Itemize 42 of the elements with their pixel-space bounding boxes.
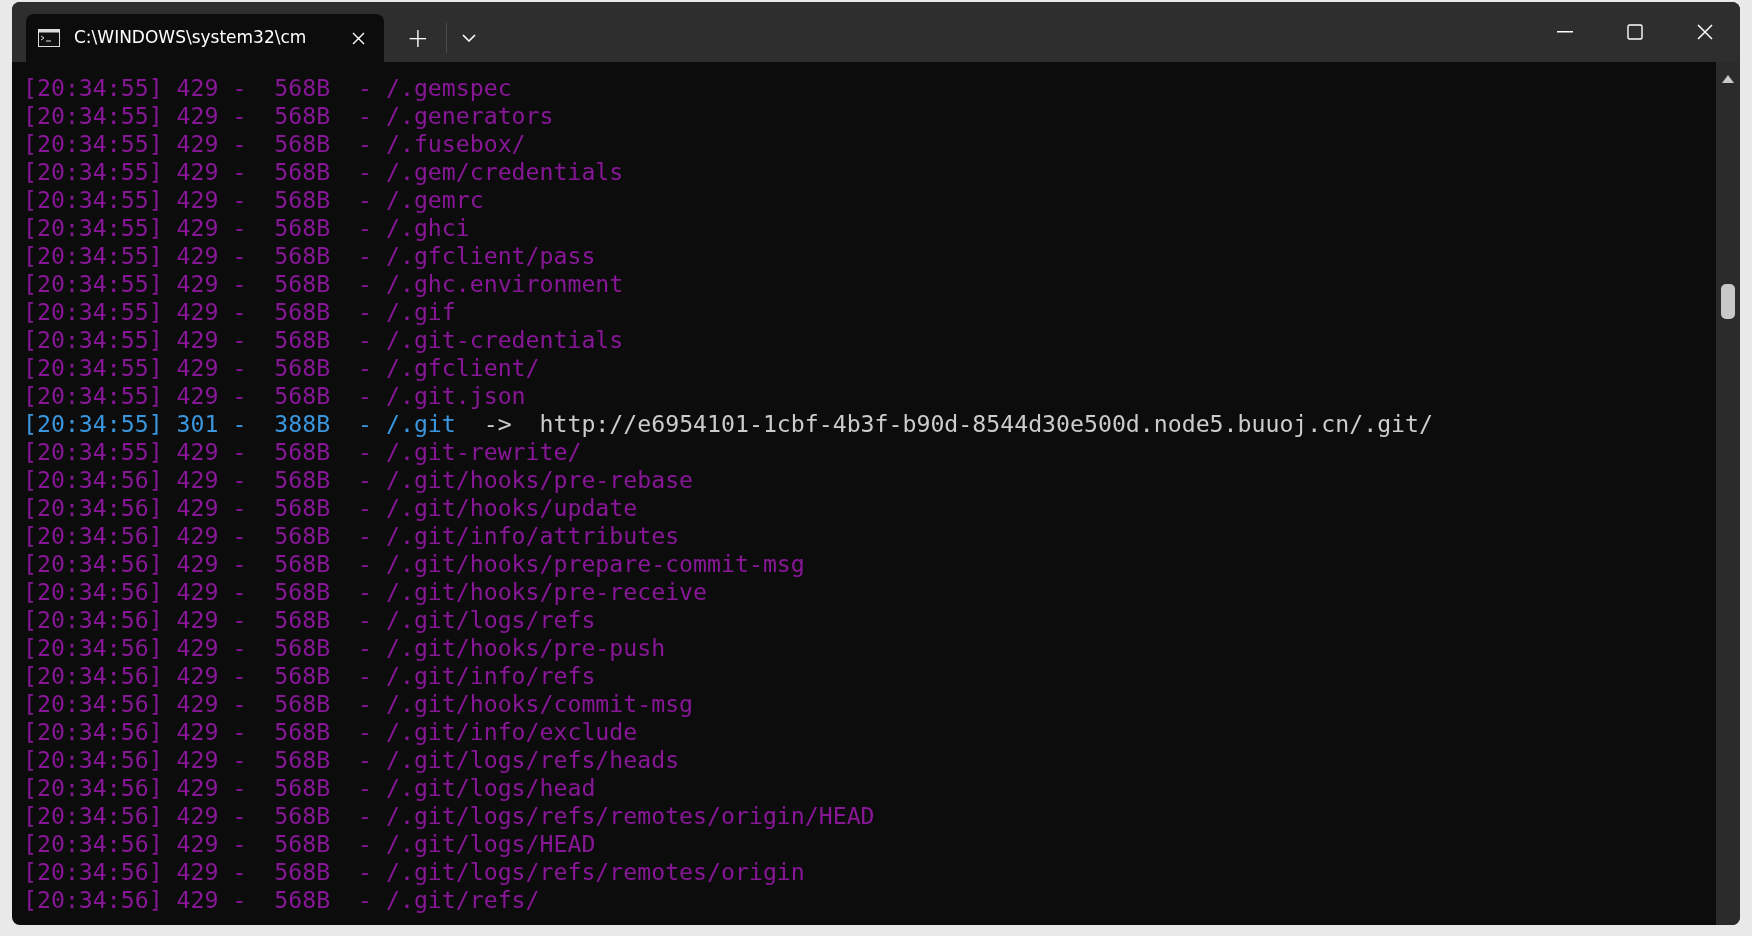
log-line: [20:34:56] 429 - 568B - /.git/logs/refs/remotes/origin [23, 858, 805, 886]
close-icon [1697, 24, 1713, 40]
terminal-tab[interactable]: C:\WINDOWS\system32\cm [26, 14, 384, 62]
log-line: [20:34:55] 429 - 568B - /.git-credentials [23, 326, 624, 354]
log-line: [20:34:55] 429 - 568B - /.gfclient/pass [23, 242, 596, 270]
log-line: [20:34:56] 429 - 568B - /.git/logs/head [23, 774, 596, 802]
log-line: [20:34:56] 429 - 568B - /.git/logs/HEAD [23, 830, 596, 858]
log-line: [20:34:56] 429 - 568B - /.git/info/exclude [23, 718, 638, 746]
log-line: [20:34:56] 429 - 568B - /.git/hooks/commit-msg [23, 690, 694, 718]
maximize-icon [1627, 24, 1643, 40]
log-line: [20:34:55] 429 - 568B - /.ghc.environment [23, 270, 624, 298]
log-line: [20:34:56] 429 - 568B - /.git/hooks/pre-push [23, 634, 666, 662]
close-icon [351, 31, 365, 45]
log-line: [20:34:56] 429 - 568B - /.git/logs/refs/remotes/origin/HEAD [23, 802, 875, 830]
terminal-icon [38, 29, 60, 47]
scrollbar-thumb[interactable] [1721, 284, 1735, 319]
log-line: [20:34:56] 429 - 568B - /.git/hooks/pre-rebase [23, 466, 694, 494]
log-line: [20:34:56] 429 - 568B - /.git/info/refs [23, 662, 596, 690]
log-line: [20:34:56] 429 - 568B - /.git/logs/refs/heads [23, 746, 680, 774]
chevron-down-icon [462, 34, 476, 42]
log-line: [20:34:55] 429 - 568B - /.gemspec [23, 74, 512, 102]
log-line: [20:34:55] 301 - 388B - /.git [23, 410, 456, 437]
log-line: [20:34:55] 429 - 568B - /.gem/credentials [23, 158, 624, 186]
tab-title: C:\WINDOWS\system32\cm [74, 26, 308, 50]
log-line: [20:34:55] 429 - 568B - /.gfclient/ [23, 354, 540, 382]
log-line: [20:34:56] 429 - 568B - /.git/hooks/prepare-commit-msg [23, 550, 805, 578]
log-line: [20:34:56] 429 - 568B - /.git/logs/refs [23, 606, 596, 634]
log-line: [20:34:55] 429 - 568B - /.ghci [23, 214, 470, 242]
log-line: [20:34:56] 429 - 568B - /.git/hooks/pre-receive [23, 578, 708, 606]
log-line: [20:34:56] 429 - 568B - /.git/hooks/update [23, 494, 638, 522]
log-line: [20:34:56] 429 - 568B - /.git/refs/ [23, 886, 540, 914]
log-line: [20:34:55] 429 - 568B - /.git.json [23, 382, 526, 410]
log-line: [20:34:55] 429 - 568B - /.fusebox/ [23, 130, 526, 158]
log-line: [20:34:55] 429 - 568B - /.gif [23, 298, 456, 326]
log-line: [20:34:56] 429 - 568B - /.git/info/attributes [23, 522, 680, 550]
scroll-up-icon[interactable] [1721, 74, 1735, 84]
log-line: [20:34:55] 429 - 568B - /.gemrc [23, 186, 484, 214]
new-tab-button[interactable]: + [396, 18, 440, 58]
log-line: [20:34:55] 429 - 568B - /.generators [23, 102, 554, 130]
redirect-url: -> http://e6954101-1cbf-4b3f-b90d-8544d30e500d.node5.buuoj.cn/.git/ [482, 410, 1433, 437]
log-line: [20:34:55] 429 - 568B - /.git-rewrite/ [23, 438, 582, 466]
minimize-icon [1557, 31, 1573, 33]
